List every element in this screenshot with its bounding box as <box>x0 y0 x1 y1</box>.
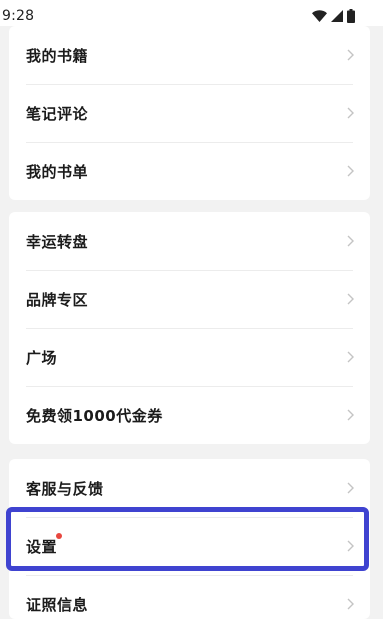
menu-item-label: 客服与反馈 <box>26 479 104 498</box>
menu-item-licenses[interactable]: 证照信息 <box>9 575 370 619</box>
menu-group-activities: 幸运转盘 品牌专区 广场 免费领1000代金券 <box>9 212 370 444</box>
menu-item-my-booklists[interactable]: 我的书单 <box>9 142 370 200</box>
chevron-right-icon <box>347 598 354 610</box>
chevron-right-icon <box>347 235 354 247</box>
menu-item-label: 广场 <box>26 348 58 367</box>
menu-item-lucky-wheel[interactable]: 幸运转盘 <box>9 212 370 270</box>
menu-item-free-voucher[interactable]: 免费领1000代金券 <box>9 386 370 444</box>
menu-item-label: 笔记评论 <box>26 104 89 123</box>
menu-item-label: 设置 <box>26 532 62 557</box>
chevron-right-icon <box>347 49 354 61</box>
chevron-right-icon <box>347 482 354 494</box>
menu-item-label: 证照信息 <box>26 595 89 614</box>
chevron-right-icon <box>347 351 354 363</box>
chevron-right-icon <box>347 540 354 552</box>
chevron-right-icon <box>347 165 354 177</box>
menu-item-label: 免费领1000代金券 <box>26 406 163 425</box>
status-time: 9:28 <box>2 8 35 24</box>
status-bar: 9:28 <box>0 0 383 26</box>
wifi-icon <box>312 10 327 22</box>
menu-item-label: 我的书籍 <box>26 46 89 65</box>
menu-item-square[interactable]: 广场 <box>9 328 370 386</box>
chevron-right-icon <box>347 409 354 421</box>
battery-icon <box>347 9 355 23</box>
red-dot-badge <box>56 532 62 539</box>
menu-item-brand-zone[interactable]: 品牌专区 <box>9 270 370 328</box>
menu-item-label: 幸运转盘 <box>26 232 89 251</box>
status-icons <box>312 8 355 24</box>
menu-item-settings[interactable]: 设置 <box>9 517 370 575</box>
chevron-right-icon <box>347 107 354 119</box>
menu-item-notes-comments[interactable]: 笔记评论 <box>9 84 370 142</box>
signal-icon <box>331 10 343 22</box>
menu-item-customer-service[interactable]: 客服与反馈 <box>9 459 370 517</box>
menu-item-label: 品牌专区 <box>26 290 89 309</box>
menu-item-my-books[interactable]: 我的书籍 <box>9 26 370 84</box>
settings-label-text: 设置 <box>26 537 58 556</box>
menu-item-label: 我的书单 <box>26 162 89 181</box>
menu-group-support: 客服与反馈 设置 证照信息 <box>9 459 370 619</box>
chevron-right-icon <box>347 293 354 305</box>
menu-group-books: 我的书籍 笔记评论 我的书单 <box>9 26 370 200</box>
